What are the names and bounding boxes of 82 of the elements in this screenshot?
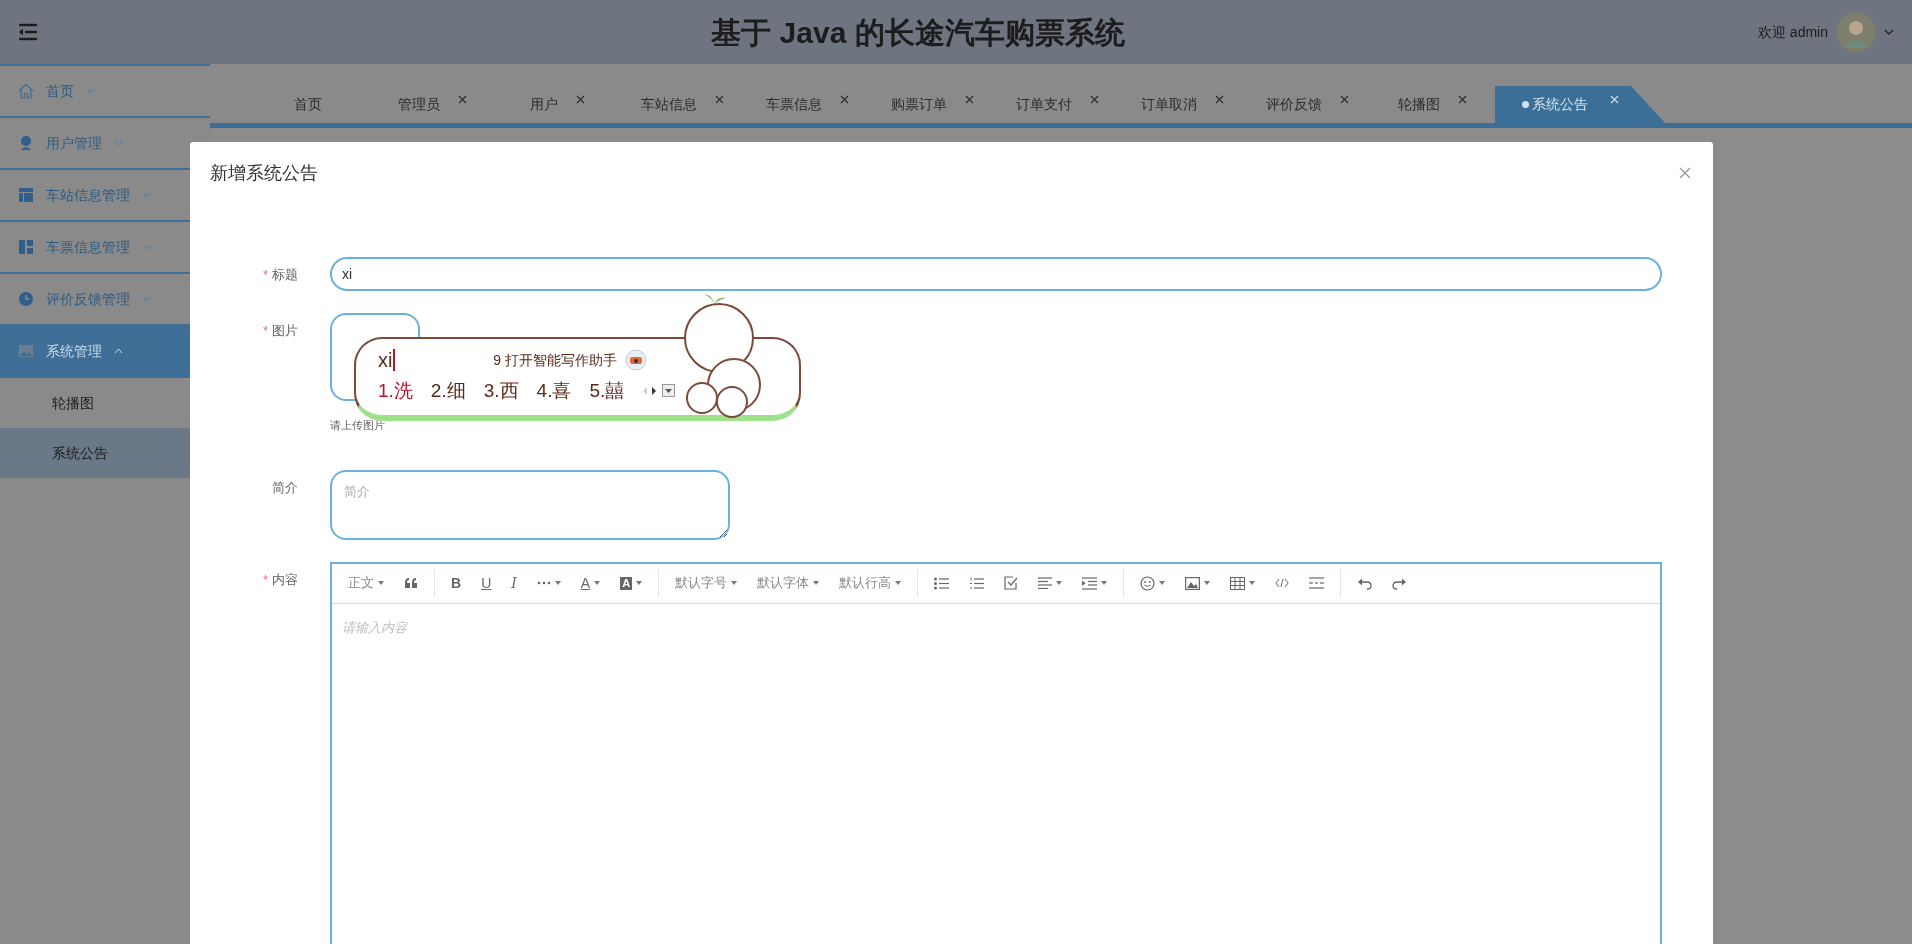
image-icon bbox=[18, 343, 34, 359]
ime-candidate[interactable]: 4.喜 bbox=[536, 376, 572, 405]
user-icon bbox=[18, 135, 34, 151]
dropdown-caret-icon bbox=[895, 581, 902, 585]
close-icon[interactable] bbox=[1458, 95, 1467, 104]
undo-icon[interactable] bbox=[1357, 576, 1373, 590]
bold-button[interactable]: B bbox=[443, 569, 470, 597]
format-select[interactable]: 默认字号 bbox=[667, 569, 746, 597]
dropdown-caret-icon bbox=[731, 581, 738, 585]
dropdown-caret-icon bbox=[813, 581, 820, 585]
required-mark: * bbox=[262, 322, 268, 340]
summary-textarea[interactable]: 简介 bbox=[330, 469, 730, 540]
ime-candidate[interactable]: 5.囍 bbox=[589, 376, 625, 405]
ime-assistant-link[interactable]: 9 打开智能写作助手 bbox=[493, 349, 617, 371]
close-icon[interactable] bbox=[576, 95, 585, 104]
required-mark: * bbox=[262, 570, 268, 589]
tab[interactable]: 管理员 bbox=[370, 86, 495, 123]
welcome-text: 欢迎 admin bbox=[1757, 22, 1828, 42]
indent-icon[interactable] bbox=[1082, 576, 1098, 590]
dashboard-icon bbox=[18, 239, 34, 255]
numbered-list-icon[interactable] bbox=[969, 576, 985, 590]
tab[interactable]: 车站信息 bbox=[620, 86, 745, 123]
title-input[interactable]: xi bbox=[330, 257, 1662, 291]
page-arrows-icon[interactable] bbox=[642, 385, 659, 396]
code-icon[interactable] bbox=[1275, 578, 1290, 588]
italic-button[interactable]: I bbox=[503, 569, 525, 597]
tab[interactable]: 购票订单 bbox=[870, 86, 995, 123]
required-mark: * bbox=[262, 266, 268, 284]
redo-icon[interactable] bbox=[1392, 576, 1408, 590]
dropdown-caret-icon bbox=[378, 581, 384, 585]
emoji-icon[interactable] bbox=[1140, 575, 1156, 591]
bgcolor-button[interactable]: A bbox=[612, 569, 651, 597]
ime-candidate[interactable]: 2.细 bbox=[430, 376, 466, 405]
caret-icon[interactable] bbox=[1884, 29, 1894, 35]
tab[interactable]: 首页 bbox=[245, 86, 370, 123]
close-icon[interactable] bbox=[458, 95, 467, 104]
checkbox-icon[interactable] bbox=[1004, 576, 1019, 590]
dropdown-caret-icon bbox=[594, 581, 601, 585]
field-label: 简介 bbox=[272, 478, 298, 497]
tab[interactable]: 系统公告 bbox=[1495, 86, 1665, 123]
close-icon[interactable] bbox=[1090, 95, 1099, 104]
ime-candidate[interactable]: 1.洗 bbox=[378, 376, 413, 405]
close-icon[interactable] bbox=[840, 95, 849, 104]
assistant-icon[interactable] bbox=[625, 349, 647, 371]
close-icon[interactable] bbox=[1215, 95, 1224, 104]
format-select[interactable]: 正文 bbox=[340, 569, 392, 597]
layout-icon bbox=[18, 187, 34, 203]
dropdown-caret-icon bbox=[636, 581, 643, 585]
clock-icon bbox=[18, 291, 34, 307]
ime-candidate[interactable]: 3.西 bbox=[483, 376, 519, 405]
table-icon[interactable] bbox=[1230, 576, 1246, 590]
tab[interactable]: 订单取消 bbox=[1120, 86, 1245, 123]
format-select[interactable]: 默认字体 bbox=[749, 569, 828, 597]
close-icon[interactable] bbox=[965, 95, 974, 104]
expand-icon[interactable] bbox=[662, 384, 676, 398]
bullet-list-icon[interactable] bbox=[934, 576, 950, 590]
quote-icon[interactable] bbox=[404, 577, 418, 589]
close-icon[interactable] bbox=[1679, 167, 1691, 179]
underline-button[interactable]: U bbox=[473, 569, 500, 597]
menu-icon[interactable] bbox=[18, 23, 38, 41]
home-icon bbox=[18, 83, 34, 99]
field-label: 内容 bbox=[272, 570, 298, 589]
ime-composition: xi bbox=[378, 349, 396, 371]
tab[interactable]: 订单支付 bbox=[995, 86, 1120, 123]
close-icon[interactable] bbox=[1340, 95, 1349, 104]
image-icon[interactable] bbox=[1185, 576, 1201, 590]
format-select[interactable]: 默认行高 bbox=[831, 569, 910, 597]
field-label: 图片 bbox=[272, 322, 298, 340]
active-dot-icon bbox=[1521, 101, 1529, 108]
more-icon[interactable] bbox=[536, 581, 551, 585]
tab[interactable]: 评价反馈 bbox=[1245, 86, 1370, 123]
app-title: 基于 Java 的长途汽车购票系统 bbox=[711, 14, 1125, 51]
align-icon[interactable] bbox=[1038, 577, 1053, 589]
fontcolor-button[interactable]: A bbox=[572, 569, 609, 597]
tab[interactable]: 用户 bbox=[495, 86, 620, 123]
tab[interactable]: 轮播图 bbox=[1370, 86, 1495, 123]
divider-icon[interactable] bbox=[1309, 577, 1325, 589]
field-label: 标题 bbox=[272, 266, 298, 284]
dialog-title: 新增系统公告 bbox=[210, 161, 318, 185]
close-icon[interactable] bbox=[715, 95, 724, 104]
tab[interactable]: 车票信息 bbox=[745, 86, 870, 123]
upload-hint: 请上传图片 bbox=[330, 418, 386, 433]
